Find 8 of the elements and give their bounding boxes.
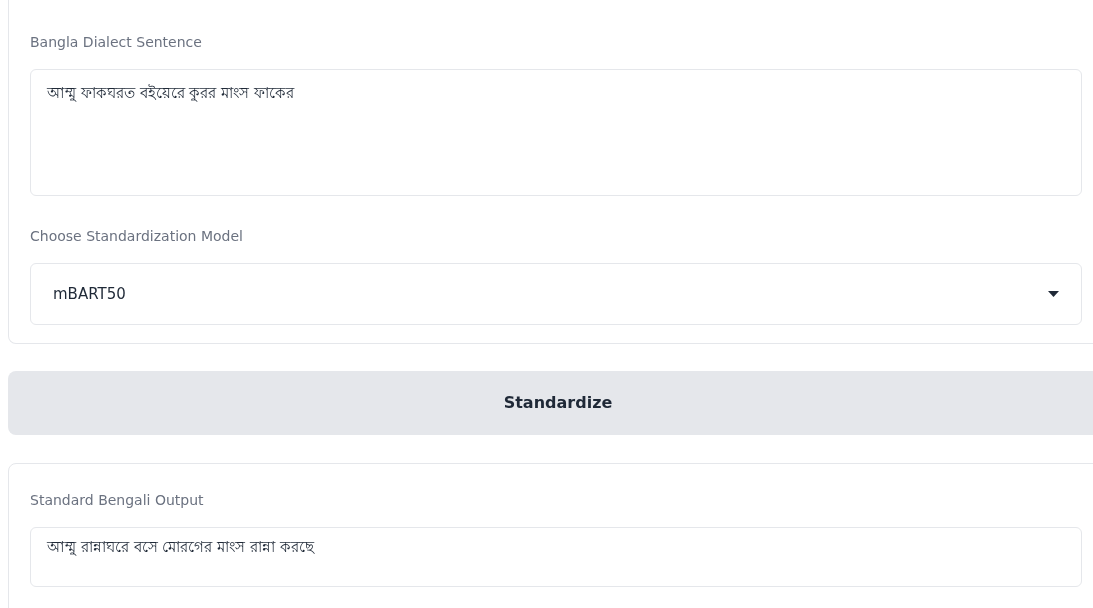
caret-icon (1048, 291, 1059, 297)
field-label: Standard Bengali Output (30, 491, 204, 510)
field-label: Choose Standardization Model (30, 227, 243, 246)
sentence-input[interactable]: আম্মু ফাকঘরত বইয়েরে কুরর মাংস ফাকের (30, 69, 1082, 196)
output-field[interactable]: আম্মু রান্নাঘরে বসে মোরগের মাংস রান্না করছে (30, 527, 1082, 587)
standardize-button[interactable]: Standardize (8, 371, 1093, 435)
field-label: Bangla Dialect Sentence (30, 33, 202, 52)
model-dropdown[interactable]: mBART50 (30, 263, 1082, 325)
